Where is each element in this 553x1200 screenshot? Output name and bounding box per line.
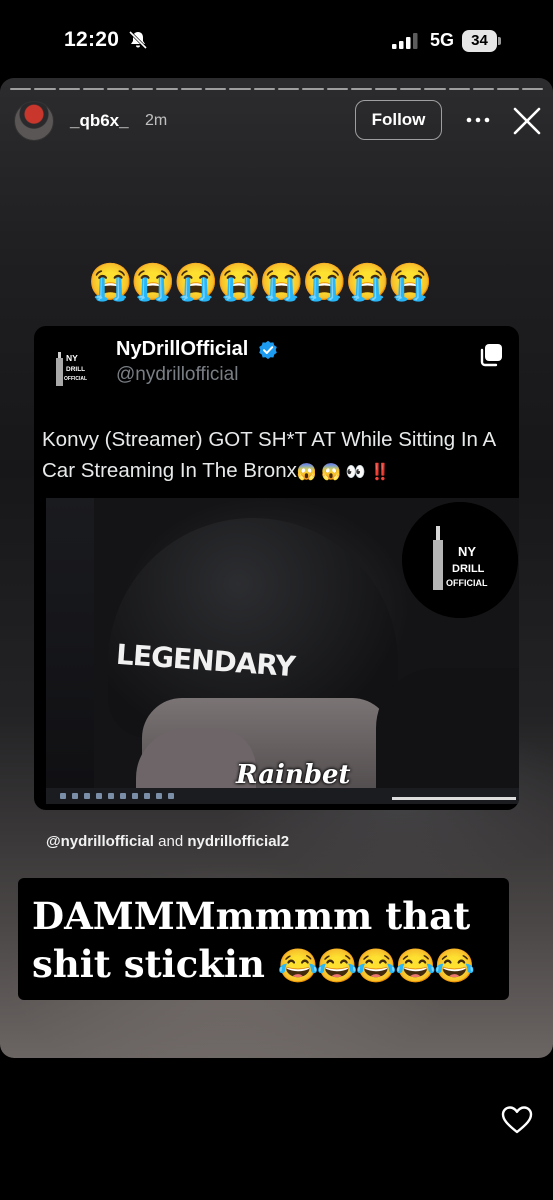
story-progress-segment bbox=[472, 88, 495, 90]
mention-line: @nydrillofficial and nydrillofficial2 bbox=[46, 833, 289, 850]
story-progress-segment bbox=[131, 88, 154, 90]
taskbar-app-icon bbox=[144, 793, 150, 799]
tweet-emojis: 😱 😱 👀 ‼️ bbox=[296, 464, 390, 481]
nydrill-watermark: NY DRILL OFFICIAL bbox=[402, 502, 518, 618]
story-progress-segment bbox=[156, 88, 178, 90]
jacket bbox=[376, 668, 519, 804]
taskbar-app-icon bbox=[108, 793, 114, 799]
tweet-body: Konvy (Streamer) GOT SH*T AT While Sitti… bbox=[42, 428, 496, 482]
status-bar: 12:20 5G 34 bbox=[0, 0, 553, 80]
story-progress-segment bbox=[351, 88, 373, 90]
story-progress-segment bbox=[521, 88, 543, 90]
story-viewer[interactable]: _qb6x_ 2m Follow 😭😭😭😭😭😭😭😭 NY DRILL OFFIC… bbox=[0, 78, 553, 1058]
emoji-sticker-row: 😭😭😭😭😭😭😭😭 bbox=[88, 261, 433, 302]
mention-2[interactable]: nydrillofficial2 bbox=[187, 833, 289, 850]
rainbet-logo: Rainbet bbox=[236, 760, 351, 790]
status-time: 12:20 bbox=[64, 28, 120, 51]
story-progress-segment bbox=[278, 88, 300, 90]
battery-icon: 34 bbox=[462, 30, 502, 52]
story-progress-segment bbox=[204, 88, 227, 90]
tweet-media[interactable]: LEGENDARY NY DRILL OFFICIAL Rainbet bbox=[46, 498, 519, 804]
story-progress-segment bbox=[448, 88, 470, 90]
story-progress-segment bbox=[375, 88, 397, 90]
tweet-card[interactable]: NY DRILL OFFICIAL NyDrillOfficial @nydri… bbox=[34, 326, 519, 810]
story-progress-segment bbox=[399, 88, 422, 90]
mention-joiner: and bbox=[158, 833, 184, 850]
story-progress-segment bbox=[10, 88, 32, 90]
tweet-author-handle: @nydrillofficial bbox=[116, 364, 239, 385]
signal-bars-icon bbox=[392, 33, 418, 49]
logo-text-official: OFFICIAL bbox=[64, 376, 87, 382]
caption-line-2: shit stickin bbox=[32, 942, 265, 986]
story-progress-segment bbox=[424, 88, 446, 90]
story-progress-segment bbox=[326, 88, 349, 90]
story-progress-segment bbox=[83, 88, 105, 90]
story-progress-segment bbox=[107, 88, 129, 90]
watermark-text-official: OFFICIAL bbox=[446, 578, 488, 588]
windows-taskbar bbox=[46, 788, 519, 804]
story-progress-segment bbox=[497, 88, 519, 90]
more-icon[interactable] bbox=[462, 108, 494, 132]
video-scrubber[interactable] bbox=[392, 797, 516, 800]
tweet-text: Konvy (Streamer) GOT SH*T AT While Sitti… bbox=[42, 424, 517, 488]
story-progress-segment bbox=[229, 88, 251, 90]
nydrill-logo: NY DRILL OFFICIAL bbox=[56, 352, 87, 386]
taskbar-app-icon bbox=[60, 793, 66, 799]
story-progress-segment bbox=[302, 88, 324, 90]
close-icon[interactable] bbox=[510, 106, 544, 136]
mention-1[interactable]: @nydrillofficial bbox=[46, 833, 154, 850]
taskbar-app-icon bbox=[72, 793, 78, 799]
story-progress-segment bbox=[58, 88, 81, 90]
caption-line-1: DAMMMmmmm that bbox=[32, 894, 471, 938]
taskbar-app-icon bbox=[156, 793, 162, 799]
caption-emojis: 😂😂😂😂😂 bbox=[277, 946, 475, 985]
watermark-text-drill: DRILL bbox=[452, 563, 485, 575]
follow-button[interactable]: Follow bbox=[355, 100, 442, 140]
taskbar-app-icon bbox=[96, 793, 102, 799]
copy-icon[interactable] bbox=[478, 342, 504, 368]
bell-slash-icon bbox=[128, 30, 148, 50]
avatar[interactable] bbox=[14, 101, 54, 141]
stream-sidebar bbox=[46, 498, 94, 788]
logo-text-ny: NY bbox=[66, 353, 78, 363]
watermark-text-ny: NY bbox=[458, 544, 476, 559]
story-caption: DAMMMmmmm that shit stickin 😂😂😂😂😂 bbox=[18, 878, 509, 1000]
taskbar-app-icon bbox=[168, 793, 174, 799]
taskbar-app-icon bbox=[120, 793, 126, 799]
story-time-ago: 2m bbox=[145, 112, 168, 129]
battery-level: 34 bbox=[462, 30, 497, 52]
story-progress-segment bbox=[180, 88, 202, 90]
network-type: 5G bbox=[430, 30, 455, 50]
story-username[interactable]: _qb6x_ bbox=[70, 111, 129, 131]
logo-text-drill: DRILL bbox=[66, 366, 85, 373]
story-progress-segment bbox=[253, 88, 275, 90]
verified-badge-icon bbox=[259, 340, 277, 360]
story-progress-segment bbox=[34, 88, 56, 90]
taskbar-app-icon bbox=[84, 793, 90, 799]
story-progress-bar bbox=[10, 88, 543, 91]
taskbar-app-icon bbox=[132, 793, 138, 799]
tweet-author-name: NyDrillOfficial bbox=[116, 338, 249, 360]
heart-icon[interactable] bbox=[501, 1105, 533, 1135]
